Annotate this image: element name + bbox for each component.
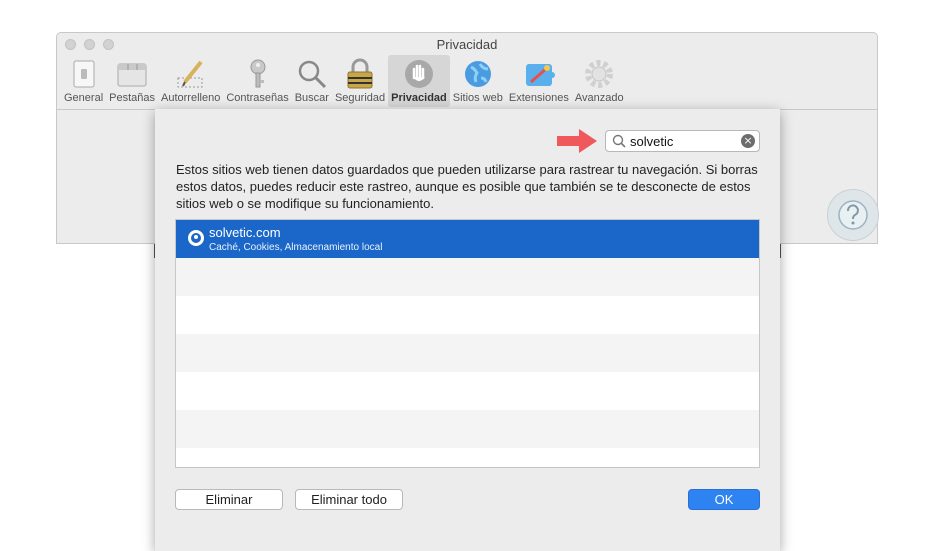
- tab-sitios-web[interactable]: Sitios web: [450, 55, 506, 107]
- tab-avanzado[interactable]: Avanzado: [572, 55, 627, 107]
- empty-row: [176, 410, 759, 448]
- pencil-icon: [175, 58, 207, 90]
- tab-autorrelleno[interactable]: Autorrelleno: [158, 55, 223, 107]
- website-data-sheet: solvetic × Estos sitios web tienen datos…: [155, 109, 780, 551]
- search-value: solvetic: [630, 134, 674, 149]
- globe-icon: [462, 58, 494, 90]
- tab-buscar[interactable]: Buscar: [292, 55, 332, 107]
- tab-label: Buscar: [294, 92, 329, 104]
- puzzle-icon: [523, 58, 555, 90]
- tab-label: Contraseñas: [226, 92, 289, 104]
- key-icon: [242, 58, 274, 90]
- search-input[interactable]: solvetic ×: [605, 130, 760, 152]
- general-switch-icon: [68, 58, 100, 90]
- tab-label: General: [64, 92, 104, 104]
- tab-label: Autorrelleno: [161, 92, 221, 104]
- empty-row: [176, 258, 759, 296]
- question-mark-icon: [838, 200, 868, 230]
- remove-all-button[interactable]: Eliminar todo: [295, 489, 403, 510]
- tab-extensiones[interactable]: Extensiones: [506, 55, 572, 107]
- remove-button[interactable]: Eliminar: [175, 489, 283, 510]
- site-favicon-icon: [188, 230, 204, 246]
- tab-privacidad[interactable]: Privacidad: [388, 55, 450, 107]
- gear-icon: [583, 58, 615, 90]
- ok-button[interactable]: OK: [688, 489, 760, 510]
- tab-label: Pestañas: [109, 92, 156, 104]
- tab-general[interactable]: General: [61, 55, 106, 107]
- window-edge-mark: [780, 244, 781, 258]
- tab-seguridad[interactable]: Seguridad: [332, 55, 388, 107]
- site-domain: solvetic.com: [209, 225, 281, 240]
- tab-label: Privacidad: [391, 92, 447, 104]
- window-title: Privacidad: [436, 37, 498, 52]
- site-data-types: Caché, Cookies, Almacenamiento local: [209, 242, 383, 253]
- search-icon: [612, 134, 626, 148]
- empty-row: [176, 448, 759, 467]
- tab-pestanas[interactable]: Pestañas: [106, 55, 158, 107]
- magnifier-icon: [296, 58, 328, 90]
- tab-contrasenas[interactable]: Contraseñas: [223, 55, 291, 107]
- tab-label: Seguridad: [334, 92, 386, 104]
- tab-label: Extensiones: [508, 92, 569, 104]
- empty-row: [176, 296, 759, 334]
- description-text: Estos sitios web tienen datos guardados …: [176, 162, 758, 211]
- empty-row: [176, 334, 759, 372]
- help-bubble-watermark: [827, 189, 879, 241]
- title-bar: Privacidad: [57, 33, 877, 55]
- empty-row: [176, 372, 759, 410]
- clear-search-icon[interactable]: ×: [741, 134, 755, 148]
- tab-label: Sitios web: [452, 92, 503, 104]
- tab-label: Avanzado: [574, 92, 624, 104]
- tabs-icon: [116, 58, 148, 90]
- red-arrow-annotation: [557, 129, 597, 153]
- hand-icon: [403, 58, 435, 90]
- preferences-toolbar: General Pestañas Autorrelleno Contraseña…: [61, 55, 627, 109]
- website-list[interactable]: solvetic.com Caché, Cookies, Almacenamie…: [175, 219, 760, 468]
- list-item[interactable]: solvetic.com Caché, Cookies, Almacenamie…: [176, 220, 759, 258]
- padlock-icon: [344, 58, 376, 90]
